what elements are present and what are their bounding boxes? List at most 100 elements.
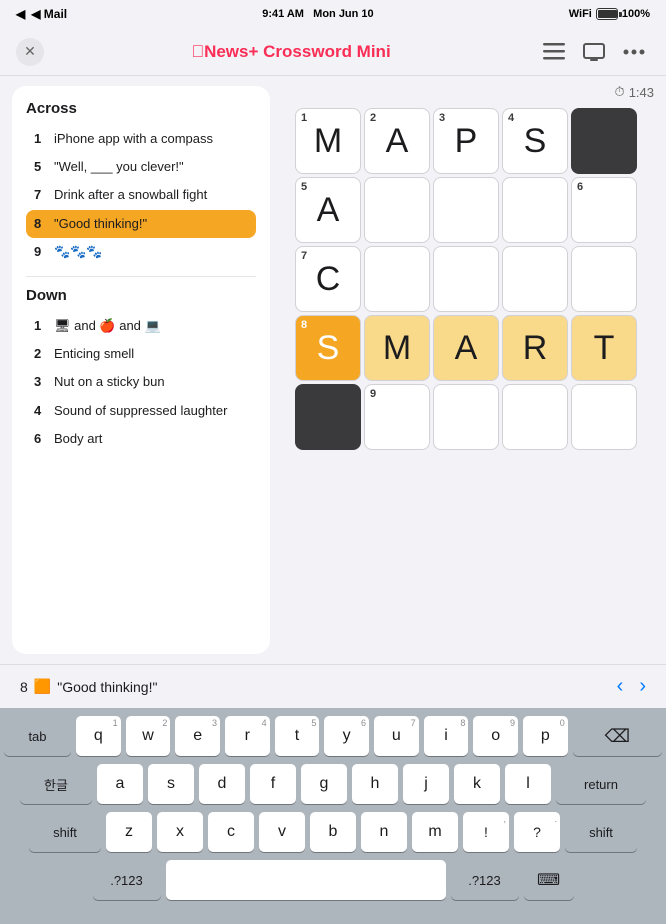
cell-2-0[interactable]: 7 C <box>295 246 361 312</box>
key-o[interactable]: 9o <box>473 716 518 756</box>
key-g[interactable]: g <box>301 764 347 804</box>
cell-4-3[interactable] <box>502 384 568 450</box>
symbol-left-key[interactable]: .?123 <box>93 860 161 900</box>
key-j[interactable]: j <box>403 764 449 804</box>
cell-0-0[interactable]: 1 M <box>295 108 361 174</box>
clue-separator <box>26 276 256 277</box>
key-i[interactable]: 8i <box>424 716 469 756</box>
grid-area: ⏱ 1:43 1 M 2 A 3 P 4 S 5 <box>270 76 666 664</box>
device-icon[interactable] <box>578 36 610 68</box>
shift-right-key[interactable]: shift <box>565 812 637 852</box>
key-excl[interactable]: ,! <box>463 812 509 852</box>
cell-2-2[interactable] <box>433 246 499 312</box>
main-content: Across 1 iPhone app with a compass 5 "We… <box>0 76 666 664</box>
cell-4-4[interactable] <box>571 384 637 450</box>
cell-3-1[interactable]: M <box>364 315 430 381</box>
cell-0-2[interactable]: 3 P <box>433 108 499 174</box>
key-e[interactable]: 3e <box>175 716 220 756</box>
key-m[interactable]: m <box>412 812 458 852</box>
clue-hint-bar: 8 🟧 "Good thinking!" ‹ › <box>0 664 666 708</box>
key-h[interactable]: h <box>352 764 398 804</box>
clue-down-1[interactable]: 1 🖥 and 🍎 and 💻 <box>26 312 256 340</box>
cell-0-1[interactable]: 2 A <box>364 108 430 174</box>
cell-3-0[interactable]: 8 S <box>295 315 361 381</box>
key-t[interactable]: 5t <box>275 716 320 756</box>
keyboard-row-4: .?123 .?123 ⌨ <box>4 860 662 900</box>
keyboard: tab 1q 2w 3e 4r 5t 6y 7u 8i 9o 0p ⌫ 한글 a… <box>0 708 666 924</box>
delete-key[interactable]: ⌫ <box>573 716 662 756</box>
key-l[interactable]: l <box>505 764 551 804</box>
nav-actions <box>538 36 650 68</box>
close-button[interactable]: ✕ <box>16 38 44 66</box>
timer-icon: ⏱ <box>615 84 625 100</box>
kor-key[interactable]: 한글 <box>20 764 92 804</box>
clue-across-9[interactable]: 9 🐾🐾🐾 <box>26 238 256 266</box>
key-q[interactable]: 1q <box>76 716 121 756</box>
keyboard-dismiss-key[interactable]: ⌨ <box>524 860 574 900</box>
cell-2-4[interactable] <box>571 246 637 312</box>
list-icon[interactable] <box>538 36 570 68</box>
cell-1-4[interactable]: 6 <box>571 177 637 243</box>
battery-icon <box>596 8 618 20</box>
cell-1-1[interactable] <box>364 177 430 243</box>
clue-hint-label: "Good thinking!" <box>57 679 157 695</box>
shift-left-key[interactable]: shift <box>29 812 101 852</box>
app-title: News+ Crossword Mini <box>191 42 390 62</box>
prev-clue-button[interactable]: ‹ <box>617 675 624 698</box>
cell-3-2[interactable]: A <box>433 315 499 381</box>
key-s[interactable]: s <box>148 764 194 804</box>
clue-down-2[interactable]: 2 Enticing smell <box>26 340 256 368</box>
clue-hint-number: 8 <box>20 679 28 695</box>
cell-3-3[interactable]: R <box>502 315 568 381</box>
cell-4-2[interactable] <box>433 384 499 450</box>
key-z[interactable]: z <box>106 812 152 852</box>
keyboard-row-2: 한글 a s d f g h j k l return <box>4 764 662 804</box>
cell-2-3[interactable] <box>502 246 568 312</box>
clue-hint-icon: 🟧 <box>34 678 51 695</box>
key-quest[interactable]: .? <box>514 812 560 852</box>
tab-key[interactable]: tab <box>4 716 71 756</box>
status-time: 9:41 AM Mon Jun 10 <box>262 8 373 20</box>
clue-across-8[interactable]: 8 "Good thinking!" <box>26 210 256 238</box>
timer: ⏱ 1:43 <box>615 84 654 100</box>
clues-panel: Across 1 iPhone app with a compass 5 "We… <box>12 86 270 654</box>
back-arrow: ◀ <box>16 7 25 21</box>
symbol-right-key[interactable]: .?123 <box>451 860 519 900</box>
key-n[interactable]: n <box>361 812 407 852</box>
key-w[interactable]: 2w <box>126 716 171 756</box>
cell-0-3[interactable]: 4 S <box>502 108 568 174</box>
clue-across-5[interactable]: 5 "Well, ___ you clever!" <box>26 153 256 181</box>
cell-1-0[interactable]: 5 A <box>295 177 361 243</box>
clue-across-7[interactable]: 7 Drink after a snowball fight <box>26 181 256 209</box>
key-d[interactable]: d <box>199 764 245 804</box>
space-bar[interactable] <box>166 860 446 900</box>
cell-3-4[interactable]: T <box>571 315 637 381</box>
key-k[interactable]: k <box>454 764 500 804</box>
clue-down-4[interactable]: 4 Sound of suppressed laughter <box>26 397 256 425</box>
clue-down-6[interactable]: 6 Body art <box>26 425 256 453</box>
key-f[interactable]: f <box>250 764 296 804</box>
key-y[interactable]: 6y <box>324 716 369 756</box>
app-back-label: ◀ Mail <box>31 7 67 21</box>
news-plus-label: News+ <box>191 42 258 61</box>
crossword-grid[interactable]: 1 M 2 A 3 P 4 S 5 A <box>295 108 637 450</box>
across-title: Across <box>26 100 256 117</box>
key-b[interactable]: b <box>310 812 356 852</box>
cell-2-1[interactable] <box>364 246 430 312</box>
more-icon[interactable] <box>618 36 650 68</box>
key-c[interactable]: c <box>208 812 254 852</box>
key-u[interactable]: 7u <box>374 716 419 756</box>
clue-across-1[interactable]: 1 iPhone app with a compass <box>26 125 256 153</box>
clue-down-3[interactable]: 3 Nut on a sticky bun <box>26 368 256 396</box>
key-p[interactable]: 0p <box>523 716 568 756</box>
key-x[interactable]: x <box>157 812 203 852</box>
cell-1-3[interactable] <box>502 177 568 243</box>
return-key[interactable]: return <box>556 764 646 804</box>
cell-1-2[interactable] <box>433 177 499 243</box>
key-v[interactable]: v <box>259 812 305 852</box>
cell-4-1[interactable]: 9 <box>364 384 430 450</box>
down-title: Down <box>26 287 256 304</box>
key-a[interactable]: a <box>97 764 143 804</box>
next-clue-button[interactable]: › <box>639 675 646 698</box>
key-r[interactable]: 4r <box>225 716 270 756</box>
